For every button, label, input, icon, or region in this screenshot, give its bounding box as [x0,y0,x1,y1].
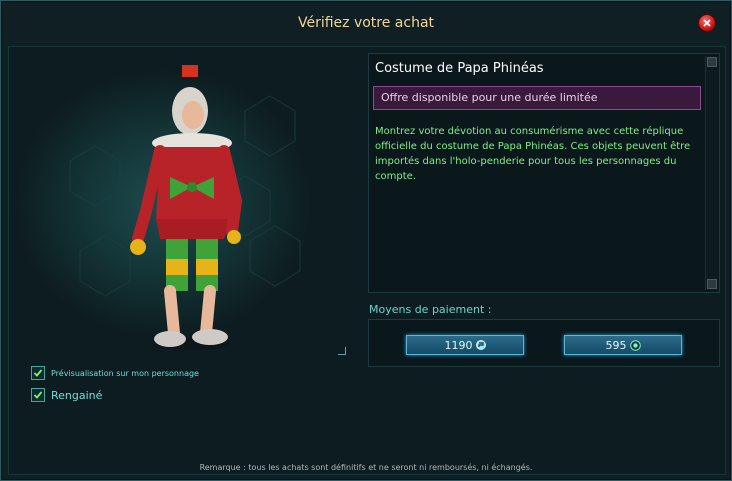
title-bar: Vérifiez votre achat [1,1,731,45]
payment-methods-label: Moyens de paiement : [369,303,492,316]
preview-on-character-checkbox[interactable] [31,366,45,380]
character-preview[interactable] [10,51,350,356]
sheathed-checkbox[interactable] [31,388,45,402]
preview-on-character-label: Prévisualisation sur mon personnage [51,368,199,378]
item-name: Costume de Papa Phinéas [375,61,544,76]
close-icon[interactable] [698,14,716,32]
limited-offer-banner: Offre disponible pour une durée limitée [373,86,701,110]
omnibit-icon [629,339,641,351]
purchase-dialog: Vérifiez votre achat Prévisualisation su… [0,0,732,481]
scroll-down-button[interactable] [707,279,717,289]
protobucks-icon [475,340,486,350]
sheathed-label: Rengainé [51,388,103,402]
limited-offer-text: Offre disponible pour une durée limitée [381,91,598,104]
item-description-panel: Costume de Papa Phinéas Offre disponible… [368,53,720,293]
preview-corner-marker [338,347,346,355]
preview-on-character-checkbox-row[interactable]: Prévisualisation sur mon personnage [31,366,199,380]
price-amount: 595 [605,338,627,352]
scroll-up-button[interactable] [707,57,717,67]
item-description: Montrez votre dévotion au consumérisme a… [375,126,691,182]
price-amount: 1190 [444,338,473,352]
pay-omnibits-button[interactable]: 595 [564,335,682,355]
dialog-title: Vérifiez votre achat [297,15,435,31]
payment-methods-panel: 1190 595 [368,319,720,367]
check-icon [33,391,43,399]
sheathed-checkbox-row[interactable]: Rengainé [31,388,102,402]
pay-protobucks-button[interactable]: 1190 [406,335,524,355]
purchase-disclaimer: Remarque : tous les achats sont définiti… [199,463,533,472]
check-icon [33,369,43,377]
description-scrollbar[interactable] [705,56,718,290]
